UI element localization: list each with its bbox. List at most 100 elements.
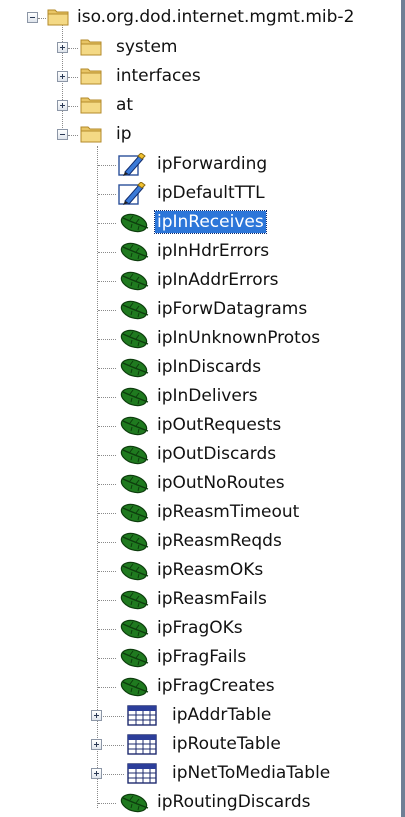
tree-node-ipRoutingDiscards[interactable]: ipRoutingDiscards	[0, 788, 400, 817]
table-icon	[127, 733, 157, 755]
tree-node-ipReasmReqds[interactable]: ipReasmReqds	[0, 527, 400, 556]
tree-node-label[interactable]: ipInDiscards	[155, 356, 263, 378]
tree-connector-line	[98, 223, 116, 224]
tree-node-label[interactable]: ipInHdrErrors	[155, 240, 271, 262]
tree-node-root[interactable]: iso.org.dod.internet.mgmt.mib-2	[0, 3, 400, 32]
folder-icon	[47, 6, 69, 26]
leaf-icon	[118, 211, 154, 233]
tree-node-ipReasmFails[interactable]: ipReasmFails	[0, 585, 400, 614]
tree-node-ipNetToMediaTable[interactable]: ipNetToMediaTable	[0, 759, 400, 788]
tree-node-label[interactable]: ipNetToMediaTable	[170, 762, 332, 784]
tree-connector-line	[68, 106, 78, 107]
tree-node-label[interactable]: interfaces	[114, 65, 203, 87]
tree-node-label[interactable]: ipRouteTable	[170, 733, 283, 755]
expand-toggle-icon[interactable]	[57, 71, 68, 82]
leaf-icon	[118, 385, 154, 407]
leaf-icon	[118, 356, 154, 378]
tree-node-label[interactable]: ipForwDatagrams	[155, 298, 309, 320]
tree-connector-line	[38, 18, 46, 19]
tree-node-interfaces[interactable]: interfaces	[0, 62, 400, 91]
tree-node-label[interactable]: at	[114, 94, 135, 116]
tree-node-label[interactable]: ipOutRequests	[155, 414, 283, 436]
tree-connector-line	[98, 310, 116, 311]
tree-node-label[interactable]: ipDefaultTTL	[155, 182, 267, 204]
tree-node-label[interactable]: ipInAddrErrors	[155, 269, 281, 291]
leaf-icon	[118, 617, 154, 639]
tree-node-label[interactable]: ipInReceives	[154, 210, 267, 234]
tree-connector-line	[98, 339, 116, 340]
tree-connector-line	[98, 629, 116, 630]
tree-connector-line	[98, 194, 116, 195]
tree-node-label[interactable]: ipInUnknownProtos	[155, 327, 322, 349]
tree-node-ipForwarding[interactable]: ipForwarding	[0, 150, 400, 179]
tree-node-ipInDelivers[interactable]: ipInDelivers	[0, 382, 400, 411]
collapse-toggle-icon[interactable]	[27, 12, 38, 23]
expand-toggle-icon[interactable]	[91, 739, 102, 750]
tree-node-ipReasmOKs[interactable]: ipReasmOKs	[0, 556, 400, 585]
tree-node-label[interactable]: ipReasmReqds	[155, 530, 284, 552]
tree-node-ipFragFails[interactable]: ipFragFails	[0, 643, 400, 672]
tree-connector-line	[98, 687, 116, 688]
tree-node-label[interactable]: ipRoutingDiscards	[155, 791, 312, 813]
leaf-icon	[118, 240, 154, 262]
tree-node-ipAddrTable[interactable]: ipAddrTable	[0, 701, 400, 730]
writable-object-icon	[118, 153, 148, 177]
tree-connector-line	[98, 803, 116, 804]
leaf-icon	[118, 414, 154, 436]
tree-node-ipInReceives[interactable]: ipInReceives	[0, 208, 400, 237]
tree-node-label[interactable]: system	[114, 36, 179, 58]
expand-toggle-icon[interactable]	[91, 710, 102, 721]
leaf-icon	[118, 588, 154, 610]
tree-node-ipInUnknownProtos[interactable]: ipInUnknownProtos	[0, 324, 400, 353]
tree-node-label[interactable]: ipOutDiscards	[155, 443, 278, 465]
tree-node-ipDefaultTTL[interactable]: ipDefaultTTL	[0, 179, 400, 208]
expand-toggle-icon[interactable]	[91, 768, 102, 779]
tree-node-ipInAddrErrors[interactable]: ipInAddrErrors	[0, 266, 400, 295]
tree-node-ipFragCreates[interactable]: ipFragCreates	[0, 672, 400, 701]
tree-connector-line	[98, 426, 116, 427]
tree-node-ip[interactable]: ip	[0, 120, 400, 149]
tree-node-label[interactable]: ipAddrTable	[170, 704, 273, 726]
tree-node-label[interactable]: ipOutNoRoutes	[155, 472, 287, 494]
tree-node-label[interactable]: ipForwarding	[155, 153, 269, 175]
tree-node-label[interactable]: ipFragOKs	[155, 617, 245, 639]
tree-node-label[interactable]: ipReasmOKs	[155, 559, 265, 581]
tree-connector-line	[98, 542, 116, 543]
tree-node-ipOutNoRoutes[interactable]: ipOutNoRoutes	[0, 469, 400, 498]
leaf-icon	[118, 298, 154, 320]
folder-icon	[80, 123, 102, 143]
tree-node-label[interactable]: ipReasmTimeout	[155, 501, 301, 523]
tree-node-ipRouteTable[interactable]: ipRouteTable	[0, 730, 400, 759]
tree-node-system[interactable]: system	[0, 33, 400, 62]
tree-node-ipOutRequests[interactable]: ipOutRequests	[0, 411, 400, 440]
tree-node-label[interactable]: ipFragCreates	[155, 675, 277, 697]
tree-connector-line	[68, 77, 78, 78]
folder-icon	[80, 65, 102, 85]
tree-node-at[interactable]: at	[0, 91, 400, 120]
tree-node-ipInHdrErrors[interactable]: ipInHdrErrors	[0, 237, 400, 266]
tree-node-ipFragOKs[interactable]: ipFragOKs	[0, 614, 400, 643]
tree-node-ipOutDiscards[interactable]: ipOutDiscards	[0, 440, 400, 469]
tree-node-ipInDiscards[interactable]: ipInDiscards	[0, 353, 400, 382]
tree-connector-line	[98, 368, 116, 369]
leaf-icon	[118, 675, 154, 697]
tree-node-label[interactable]: ip	[114, 123, 134, 145]
tree-connector-line	[68, 135, 78, 136]
tree-connector-line	[98, 281, 116, 282]
collapse-toggle-icon[interactable]	[57, 129, 68, 140]
tree-node-label[interactable]: ipReasmFails	[155, 588, 269, 610]
tree-node-ipForwDatagrams[interactable]: ipForwDatagrams	[0, 295, 400, 324]
tree-node-label[interactable]: ipInDelivers	[155, 385, 260, 407]
leaf-icon	[118, 327, 154, 349]
tree-node-label[interactable]: iso.org.dod.internet.mgmt.mib-2	[75, 6, 356, 28]
leaf-icon	[118, 646, 154, 668]
mib-tree[interactable]: iso.org.dod.internet.mgmt.mib-2 system i…	[0, 0, 401, 817]
tree-connector-line	[98, 600, 116, 601]
window-border	[401, 0, 405, 817]
tree-node-label[interactable]: ipFragFails	[155, 646, 248, 668]
folder-icon	[80, 94, 102, 114]
tree-node-ipReasmTimeout[interactable]: ipReasmTimeout	[0, 498, 400, 527]
leaf-icon	[118, 559, 154, 581]
expand-toggle-icon[interactable]	[57, 100, 68, 111]
expand-toggle-icon[interactable]	[57, 42, 68, 53]
